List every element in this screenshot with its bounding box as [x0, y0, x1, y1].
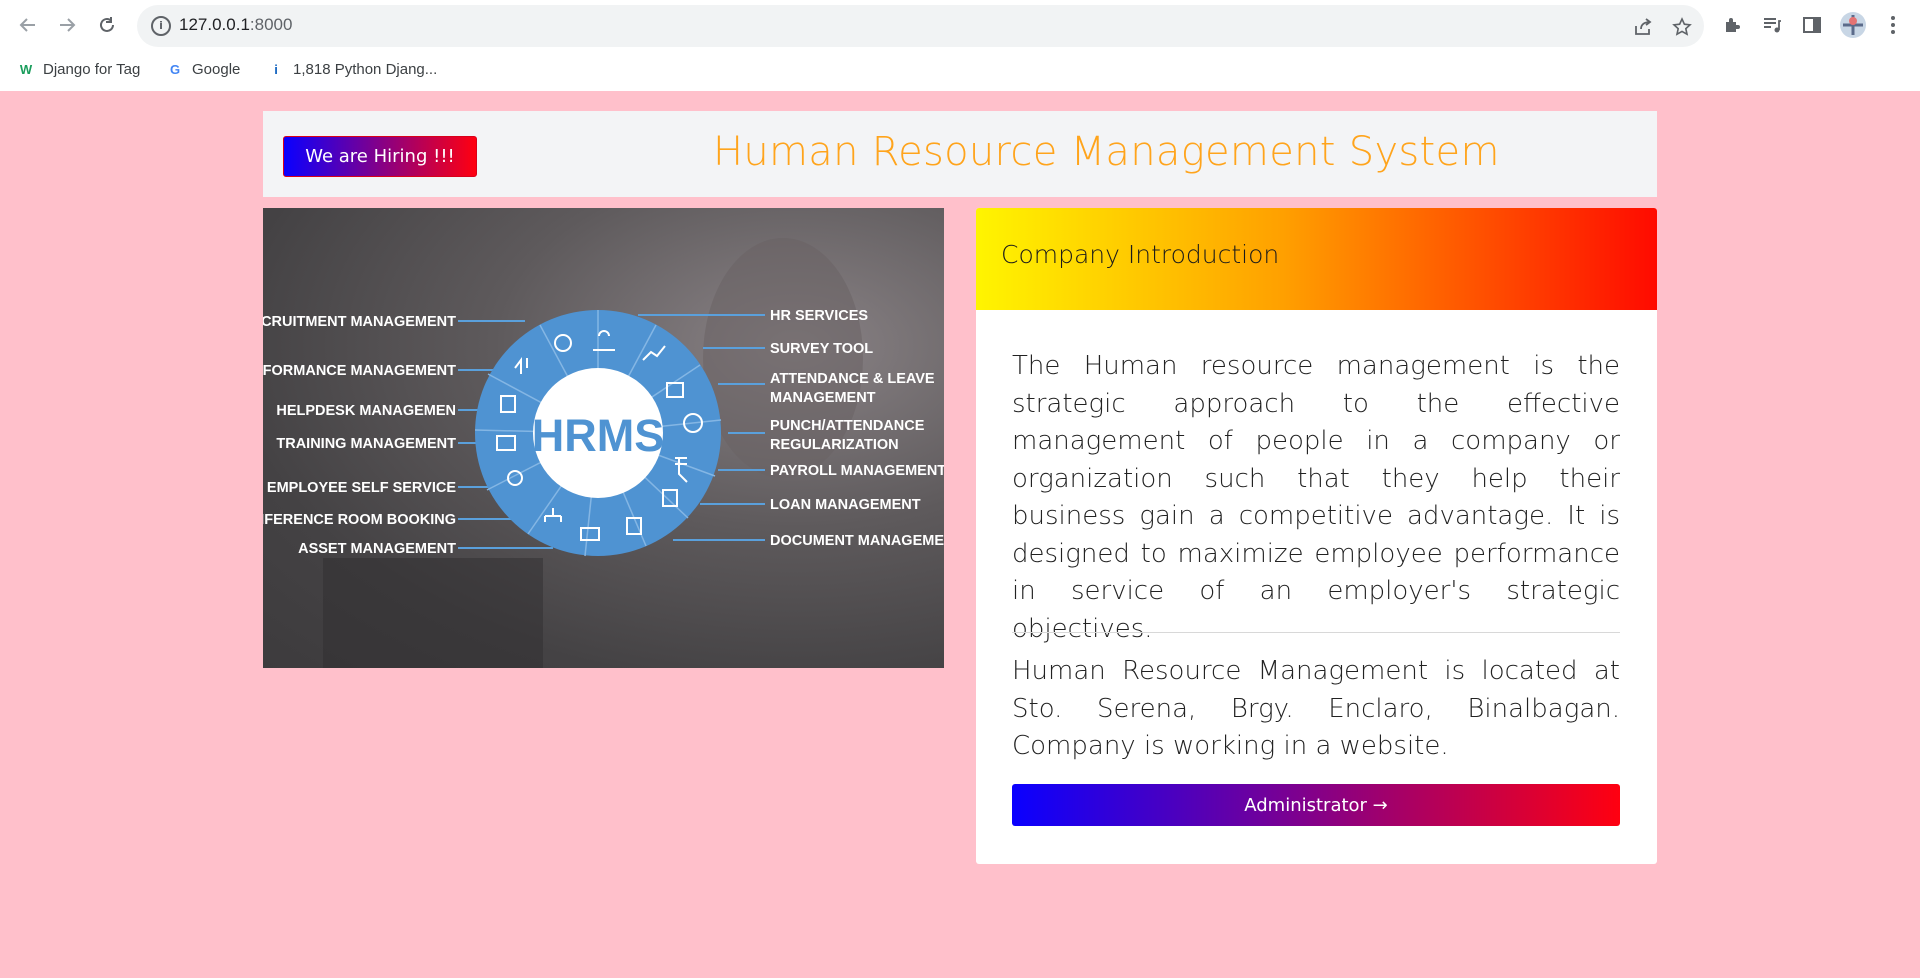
module-label: SURVEY TOOL: [770, 341, 873, 357]
extensions-icon[interactable]: [1717, 10, 1747, 40]
share-icon[interactable]: [1630, 14, 1656, 40]
bookmark-item[interactable]: W Django for Tag: [18, 58, 140, 80]
module-label: PAYROLL MANAGEMENT: [770, 463, 944, 479]
module-label: RECRUITMENT MANAGEMENT: [263, 314, 456, 330]
back-arrow-icon[interactable]: [13, 10, 43, 40]
module-label: TRAINING MANAGEMENT: [276, 436, 456, 452]
location-paragraph: Human Resource Management is located at …: [1012, 656, 1620, 761]
site-info-icon[interactable]: i: [151, 16, 171, 36]
intro-paragraph: The Human resource management is the str…: [1012, 351, 1620, 644]
url-port: :8000: [249, 15, 293, 34]
card-title: Company Introduction: [1001, 240, 1280, 269]
media-queue-icon[interactable]: [1757, 10, 1787, 40]
module-label: ATTENDANCE & LEAVE: [770, 371, 935, 387]
bookmark-item[interactable]: i 1,818 Python Djang...: [268, 58, 437, 80]
bookmark-label: 1,818 Python Djang...: [293, 60, 438, 78]
browser-chrome: i 127.0.0.1:8000 W Django for Tag G Goog…: [0, 0, 1920, 91]
hrms-wheel-diagram: HRMS RECRUITMENT MANAGEMENT PERFORMANCE …: [263, 238, 944, 668]
module-label: HR SERVICES: [770, 308, 868, 324]
url-text[interactable]: 127.0.0.1:8000: [179, 15, 292, 35]
bookmark-label: Google: [192, 60, 241, 78]
side-panel-icon[interactable]: [1797, 10, 1827, 40]
more-menu-icon[interactable]: [1878, 10, 1908, 40]
info-site-icon: i: [274, 61, 278, 77]
card-header: Company Introduction: [976, 208, 1657, 310]
administrator-button[interactable]: Administrator →: [1012, 784, 1620, 826]
profile-avatar-icon[interactable]: [1838, 10, 1868, 40]
divider: [1012, 632, 1620, 633]
top-header-bar: We are Hiring !!! Human Resource Managem…: [263, 111, 1657, 197]
bookmark-star-icon[interactable]: [1669, 14, 1695, 40]
we-are-hiring-button[interactable]: We are Hiring !!!: [283, 136, 477, 177]
module-label: PUNCH/ATTENDANCE: [770, 418, 925, 434]
reload-icon[interactable]: [92, 10, 122, 40]
module-label: REGULARIZATION: [770, 437, 899, 453]
bookmark-item[interactable]: G Google: [167, 58, 240, 80]
module-label: MANAGEMENT: [770, 390, 876, 406]
w-site-icon: W: [19, 61, 33, 77]
module-label: CONFERENCE ROOM BOOKING: [263, 512, 456, 528]
forward-arrow-icon[interactable]: [52, 10, 82, 40]
module-label: DOCUMENT MANAGEMENT: [770, 533, 944, 549]
hrms-center-label: HRMS: [532, 410, 665, 461]
module-label: HELPDESK MANAGEMEN: [276, 403, 456, 419]
bookmark-label: Django for Tag: [43, 60, 141, 78]
hrms-infographic: HRMS RECRUITMENT MANAGEMENT PERFORMANCE …: [263, 208, 944, 668]
bookmarks-bar: W Django for Tag G Google i 1,818 Python…: [0, 54, 1920, 84]
module-label: PERFORMANCE MANAGEMENT: [263, 363, 456, 379]
url-host: 127.0.0.1: [179, 15, 250, 34]
google-icon: G: [169, 61, 181, 77]
page-title: Human Resource Management System: [713, 129, 1500, 175]
module-label: ASSET MANAGEMENT: [298, 541, 456, 557]
module-label: LOAN MANAGEMENT: [770, 497, 921, 513]
module-label: EMPLOYEE SELF SERVICE: [267, 480, 456, 496]
company-intro-card: Company Introduction The Human resource …: [976, 208, 1657, 864]
address-bar[interactable]: i 127.0.0.1:8000: [137, 5, 1704, 47]
